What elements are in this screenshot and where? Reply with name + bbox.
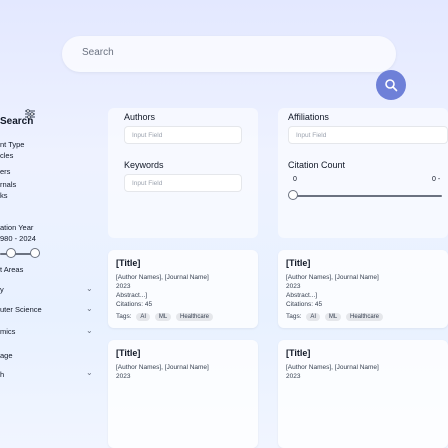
year-slider-end-handle[interactable] [30,248,40,258]
authors-input[interactable]: Input Field [124,126,242,144]
authors-label: Authors [124,112,156,122]
affiliations-input[interactable]: Input Field [288,126,448,144]
search-input[interactable]: Search [82,47,114,58]
publication-year-range: 980 - 2024 [0,234,36,243]
chevron-down-icon[interactable]: ⌄ [86,284,93,293]
result-year: 2023 [286,283,301,290]
result-citations: Citations: 45 [286,301,323,308]
tag-chip[interactable]: Healthcare [346,313,384,321]
publication-year-label: ation Year [0,223,34,232]
result-authors: [Author Names], [Journal Name] [286,364,379,371]
result-citations: Citations: 45 [116,301,153,308]
result-abstract: Abstract...] [286,292,318,299]
chevron-down-icon[interactable]: ⌄ [86,326,93,335]
result-tags: Tags: AI ML Healthcare [286,313,386,321]
affiliations-label: Affiliations [288,112,329,122]
keywords-input[interactable]: Input Field [124,174,242,192]
year-slider-start-handle[interactable] [6,248,16,258]
result-authors: [Author Names], [Journal Name] [116,274,209,281]
keywords-placeholder: Input Field [132,180,163,187]
sidebar-item-papers[interactable]: ers [0,167,10,176]
result-card[interactable]: [Title] [Author Names], [Journal Name] 2… [108,340,258,448]
authors-placeholder: Input Field [132,132,163,139]
result-title[interactable]: [Title] [286,258,310,268]
citation-slider-track[interactable] [292,195,442,197]
result-card[interactable]: [Title] [Author Names], [Journal Name] 2… [278,250,448,328]
sidebar-area-economics[interactable]: mics [0,327,15,336]
filter-sidebar: Search nt Type cles ers rnals ks ation Y… [0,108,115,448]
result-abstract: Abstract...] [116,292,148,299]
search-icon [385,79,398,92]
tags-label: Tags: [286,313,302,320]
sidebar-area-math[interactable]: h [0,370,4,379]
sidebar-section-type[interactable]: nt Type [0,140,24,149]
sidebar-area-language[interactable]: age [0,351,13,360]
result-title[interactable]: [Title] [116,348,140,358]
result-authors: [Author Names], [Journal Name] [286,274,379,281]
result-card[interactable]: [Title] [Author Names], [Journal Name] 2… [278,340,448,448]
chevron-down-icon[interactable]: ⌄ [86,368,93,377]
keywords-label: Keywords [124,160,164,170]
result-card[interactable]: [Title] [Author Names], [Journal Name] 2… [108,250,258,328]
sidebar-item-journals[interactable]: rnals [0,180,16,189]
tag-chip[interactable]: ML [154,313,172,321]
citation-slider-handle[interactable] [288,190,298,200]
result-year: 2023 [116,283,131,290]
tags-label: Tags: [116,313,132,320]
citation-max: 0 - [432,176,441,183]
citation-min: 0 [293,176,297,183]
result-year: 2023 [286,373,301,380]
sidebar-area-computer-science[interactable]: uter Science [0,305,42,314]
tag-chip[interactable]: AI [136,313,151,321]
sidebar-item-books[interactable]: ks [0,191,8,200]
tag-chip[interactable]: AI [306,313,321,321]
result-year: 2023 [116,373,131,380]
chevron-down-icon[interactable]: ⌄ [86,304,93,313]
result-authors: [Author Names], [Journal Name] [116,364,209,371]
sidebar-area-1[interactable]: y [0,285,4,294]
citation-count-label: Citation Count [288,160,346,170]
affiliations-placeholder: Input Field [296,132,327,139]
result-title[interactable]: [Title] [116,258,140,268]
result-tags: Tags: AI ML Healthcare [116,313,216,321]
filter-icon[interactable] [24,108,36,123]
search-bar[interactable]: Search [62,36,406,100]
tag-chip[interactable]: ML [324,313,342,321]
search-button[interactable] [376,70,406,100]
sidebar-item-articles[interactable]: cles [0,151,13,160]
tag-chip[interactable]: Healthcare [176,313,214,321]
result-title[interactable]: [Title] [286,348,310,358]
subject-areas-label: t Areas [0,265,24,274]
